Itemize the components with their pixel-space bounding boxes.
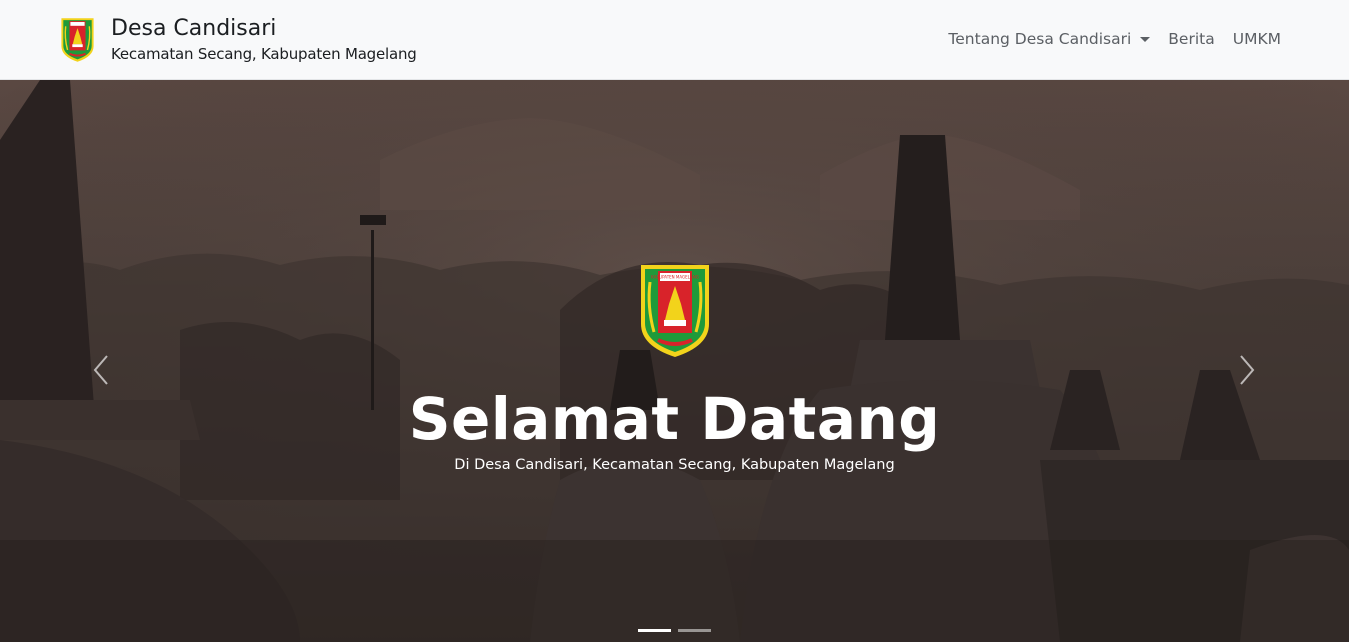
nav-item-tentang[interactable]: Tentang Desa Candisari (948, 30, 1151, 48)
carousel-indicator-2[interactable] (678, 629, 711, 632)
navbar: Desa Candisari Kecamatan Secang, Kabupat… (0, 0, 1349, 80)
brand-title: Desa Candisari (111, 16, 277, 41)
magelang-emblem-icon (61, 18, 94, 62)
brand-subtitle: Kecamatan Secang, Kabupaten Magelang (111, 45, 417, 63)
carousel-caption: KABUPATEN MAGELANG Selamat Datang Di Des… (0, 80, 1349, 642)
magelang-emblem-icon: KABUPATEN MAGELANG (641, 265, 709, 357)
emblem-text: KABUPATEN MAGELANG (651, 275, 699, 280)
hero-carousel: KABUPATEN MAGELANG Selamat Datang Di Des… (0, 80, 1349, 642)
main-nav: Tentang Desa Candisari Berita UMKM (948, 30, 1281, 48)
caret-down-icon (1140, 36, 1151, 42)
nav-item-berita[interactable]: Berita (1168, 30, 1214, 48)
carousel-indicator-1[interactable] (638, 629, 671, 632)
nav-item-label: Tentang Desa Candisari (948, 30, 1132, 48)
brand-link[interactable]: Desa Candisari Kecamatan Secang, Kabupat… (60, 15, 417, 65)
nav-item-umkm[interactable]: UMKM (1233, 30, 1281, 48)
brand-text: Desa Candisari Kecamatan Secang, Kabupat… (111, 15, 417, 65)
hero-title: Selamat Datang (408, 385, 941, 453)
hero-subtitle: Di Desa Candisari, Kecamatan Secang, Kab… (454, 457, 895, 473)
carousel-indicators (638, 629, 718, 632)
